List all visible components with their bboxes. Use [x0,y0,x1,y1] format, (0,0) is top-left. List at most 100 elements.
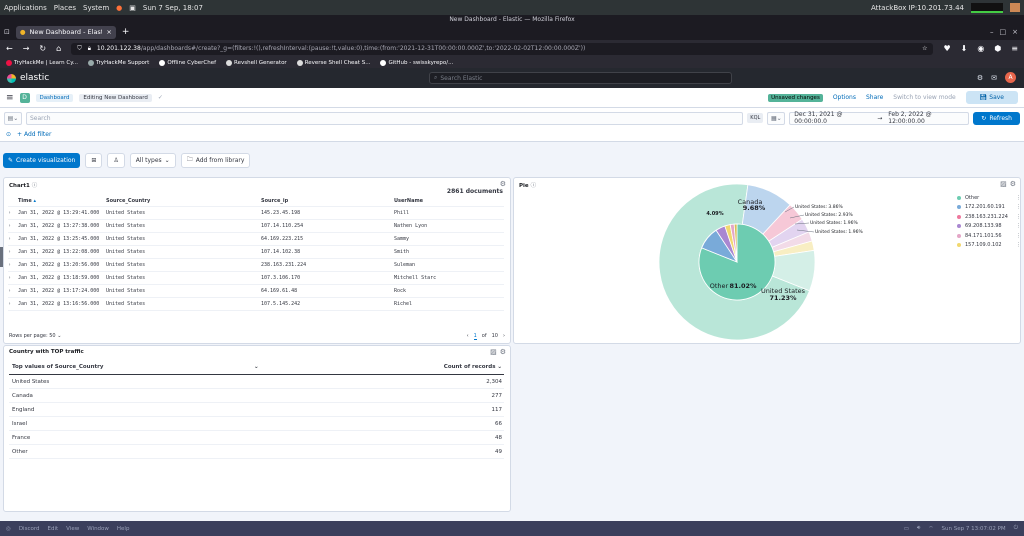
global-search-input[interactable]: ⌕ Search Elastic [429,72,732,84]
column-count-of-records[interactable]: Count of records ⌄ [414,364,504,370]
save-button[interactable]: 💾︎ Save [965,91,1018,104]
power-icon[interactable]: ⏻ [1014,525,1018,532]
legend-actions-icon[interactable]: ⋮ [1016,195,1021,201]
add-filter-link[interactable]: + Add filter [17,131,51,138]
taskbar-item[interactable]: Window [87,526,109,532]
terminal-launcher-icon[interactable]: ▣ [129,4,136,12]
time-from[interactable]: Dec 31, 2021 @ 00:00:00.0 [794,111,871,125]
share-link[interactable]: Share [866,94,883,101]
back-icon[interactable]: ← [6,44,13,53]
saved-query-menu-icon[interactable]: ▤⌄ [4,111,22,125]
maps-quick-button[interactable]: ♙ [107,152,125,168]
expand-row-icon[interactable]: › [8,210,18,216]
bookmark-item[interactable]: Offline CyberChef [159,59,216,66]
column-source-country[interactable]: Source_Country [106,198,261,204]
calendar-icon[interactable]: ▦⌄ [767,111,786,125]
table-row[interactable]: › Jan 31, 2022 @ 13:27:38.000 United State… [8,220,504,233]
expand-row-icon[interactable]: › [8,262,18,268]
downloads-icon[interactable]: ⬇ [961,44,968,53]
browser-tab[interactable]: ● New Dashboard - Elastic × [15,25,116,39]
next-page-icon[interactable]: › [503,333,505,339]
page-total[interactable]: 10 [492,333,498,339]
taskbar-item[interactable]: View [66,526,79,532]
window-maximize-icon[interactable]: □ [1000,28,1007,36]
panel-options-icon[interactable]: ⚙ [500,180,506,188]
legend-actions-icon[interactable]: ⋮ [1016,223,1021,229]
legend-actions-icon[interactable]: ⋮ [1016,233,1021,239]
pocket-icon[interactable]: ♥ [943,44,950,53]
add-from-library-button[interactable]: 🗀 Add from library [180,152,251,168]
table-row[interactable]: › Jan 31, 2022 @ 13:18:59.000 United State… [8,272,504,285]
column-source-ip[interactable]: Source_ip [261,198,394,204]
column-time[interactable]: Time ▴ [18,198,106,204]
all-types-dropdown[interactable]: All types ⌄ [129,152,176,168]
chevron-down-icon[interactable]: ⌄ [254,364,414,370]
expand-row-icon[interactable]: › [8,249,18,255]
os-menu-applications[interactable]: Applications [4,4,47,12]
kql-toggle[interactable]: KQL [747,113,764,123]
create-visualization-button[interactable]: ✎ Create visualization [3,152,81,168]
volume-icon[interactable]: 🔊︎ [917,525,920,532]
expand-row-icon[interactable]: › [8,301,18,307]
forward-icon[interactable]: → [23,44,30,53]
app-menu-icon[interactable]: ◎ [6,526,11,532]
taskbar-item[interactable]: Help [117,526,130,532]
table-row[interactable]: › Jan 31, 2022 @ 13:22:08.000 United State… [8,246,504,259]
page-current[interactable]: 1 [473,333,477,340]
display-icon[interactable]: ▭ [904,526,909,532]
extensions-icon[interactable]: ⬢ [994,44,1001,53]
table-row[interactable]: › Jan 31, 2022 @ 13:20:56.000 United State… [8,259,504,272]
table-row[interactable]: › Jan 31, 2022 @ 13:17:24.000 United State… [8,285,504,298]
wifi-icon[interactable]: ⌔ [928,525,933,532]
firefox-launcher-icon[interactable]: ● [116,4,122,12]
legend-item[interactable]: 238.163.231.224 ⋮ [957,212,1021,222]
expand-row-icon[interactable]: › [8,288,18,294]
column-username[interactable]: UserName [394,198,504,204]
legend-item[interactable]: 172.201.60.191 ⋮ [957,203,1021,213]
prev-page-icon[interactable]: ‹ [467,333,469,339]
newsfeed-icon[interactable]: ✉ [991,74,997,82]
home-icon[interactable]: ⌂ [56,44,61,53]
bookmark-item[interactable]: GitHub - swisskyrepo/... [380,59,453,66]
table-row[interactable]: › Jan 31, 2022 @ 13:25:45.000 United State… [8,233,504,246]
menu-icon[interactable]: ≡ [1011,44,1018,53]
lens-quick-button[interactable]: ⊞ [85,152,103,168]
bookmark-item[interactable]: Revshell Generator [226,59,287,66]
legend-item[interactable]: Other ⋮ [957,193,1021,203]
close-tab-icon[interactable]: × [106,28,111,36]
panel-options-icon[interactable]: ⚙ [1010,180,1016,188]
switch-view-mode-link[interactable]: Switch to view mode [893,94,955,101]
inspect-icon[interactable]: ▨ [490,348,497,356]
os-menu-places[interactable]: Places [54,4,76,12]
bookmark-item[interactable]: TryHackMe Support [87,59,149,66]
panel-options-icon[interactable]: ⚙ [500,348,506,356]
legend-actions-icon[interactable]: ⋮ [1016,242,1021,248]
tab-list-icon[interactable]: ⊡ [4,28,10,36]
filter-menu-icon[interactable]: ⊙ [6,131,11,138]
nav-menu-icon[interactable]: ≡ [6,93,14,103]
taskbar-item[interactable]: Discord [19,526,40,532]
space-avatar[interactable]: D [19,92,30,103]
reload-icon[interactable]: ↻ [39,44,46,53]
window-minimize-icon[interactable]: – [990,28,994,36]
account-icon[interactable]: ◉ [977,44,984,53]
legend-item[interactable]: 69.208.133.98 ⋮ [957,222,1021,232]
bookmark-star-icon[interactable]: ☆ [922,45,927,52]
legend-item[interactable]: 157.109.0.102 ⋮ [957,241,1021,251]
table-row[interactable]: › Jan 31, 2022 @ 13:29:41.000 United State… [8,207,504,220]
breadcrumb-dashboard[interactable]: Dashboard [35,93,74,102]
taskbar-item[interactable]: Edit [48,526,59,532]
url-bar[interactable]: ⛉ 🔒︎ 10.201.122.38/app/dashboards#/creat… [71,42,934,55]
legend-item[interactable]: 84.171.101.56 ⋮ [957,231,1021,241]
expand-row-icon[interactable]: › [8,275,18,281]
help-icon[interactable]: ⚙ [977,74,983,82]
column-top-values[interactable]: Top values of Source_Country [9,364,254,370]
elastic-logo[interactable]: elastic [7,73,49,83]
legend-actions-icon[interactable]: ⋮ [1016,214,1021,220]
os-menu-system[interactable]: System [83,4,109,12]
options-link[interactable]: Options [833,94,856,101]
bookmark-item[interactable]: Reverse Shell Cheat S... [296,59,370,66]
network-icon[interactable] [1010,3,1020,12]
expand-row-icon[interactable]: › [8,236,18,242]
new-tab-icon[interactable]: + [122,27,130,37]
